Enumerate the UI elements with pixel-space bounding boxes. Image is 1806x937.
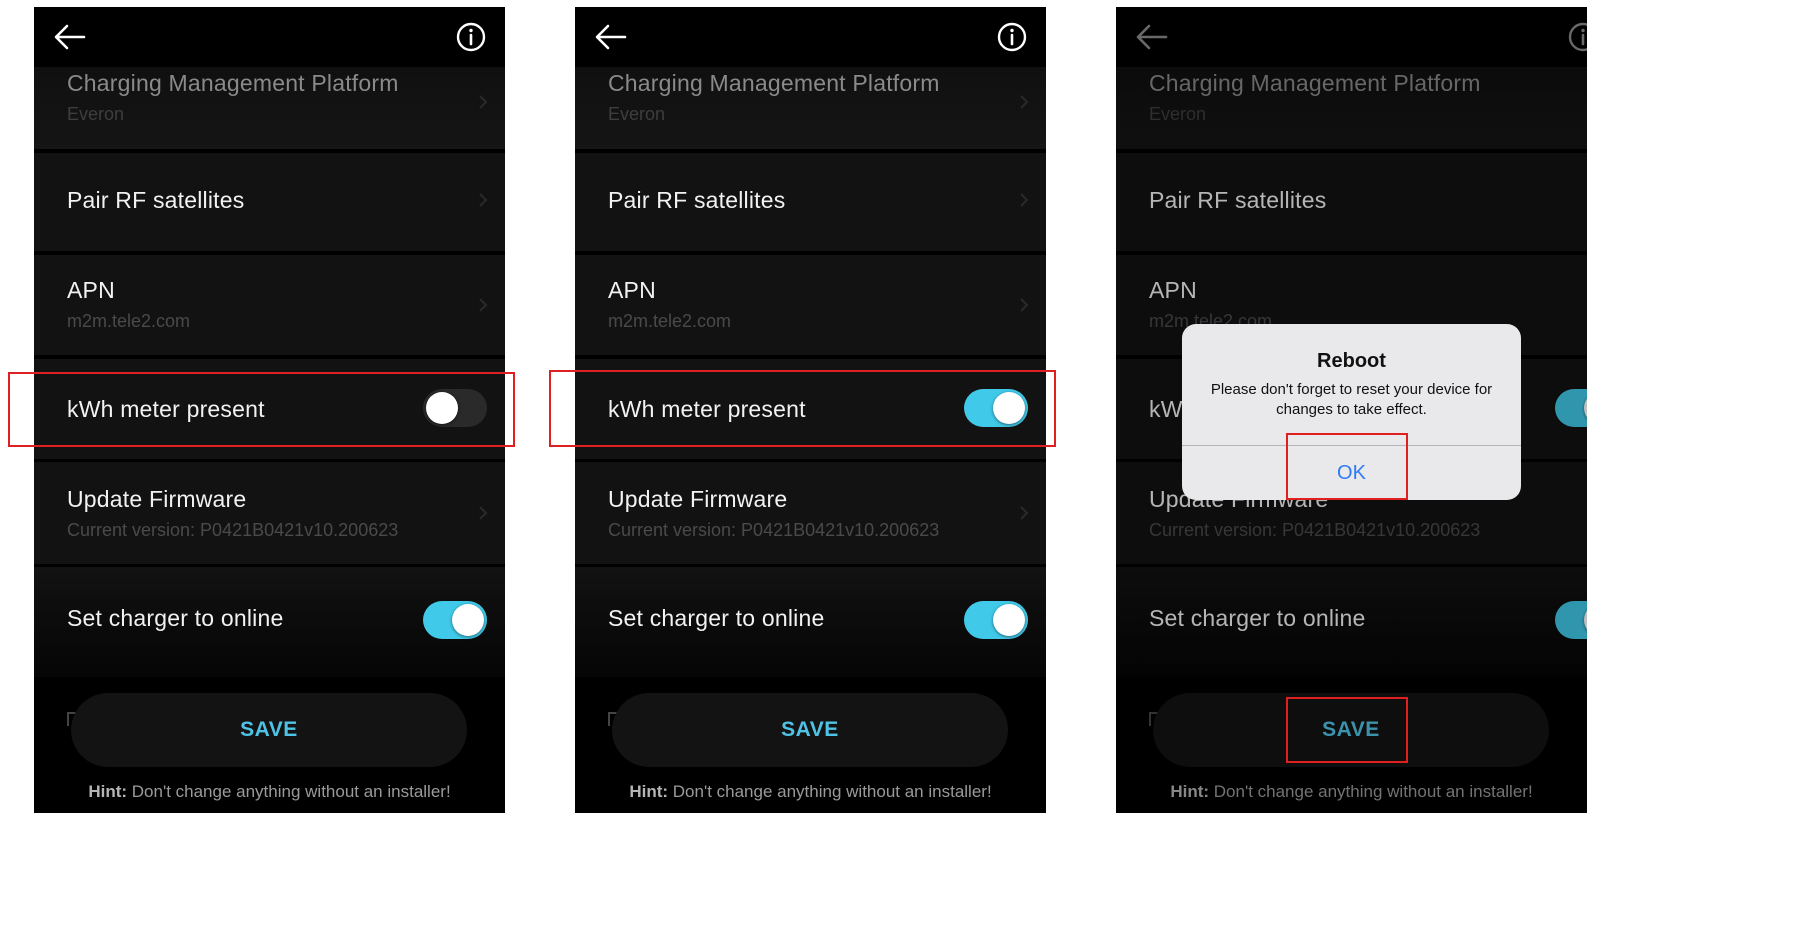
pair-rf-satellites-row[interactable]: Pair RF satellites: [575, 153, 1046, 251]
ok-button[interactable]: OK: [1182, 446, 1521, 500]
chevron-right-icon: [477, 191, 489, 209]
hint-text: Hint: Don't change anything without an i…: [34, 782, 505, 802]
chevron-right-icon: [1018, 93, 1030, 111]
cmp-value: Everon: [608, 104, 666, 124]
toggle-knob: [452, 604, 484, 636]
apn-title: APN: [608, 277, 656, 303]
top-bar: [34, 7, 505, 67]
phone-screen-3: Charging Management Platform Everon Pair…: [1116, 7, 1587, 813]
apn-row[interactable]: APN m2m.tele2.com: [575, 255, 1046, 355]
chevron-right-icon: [1018, 191, 1030, 209]
set-charger-online-row: Set charger to online: [575, 567, 1046, 677]
dialog-message: Please don't forget to reset your device…: [1210, 381, 1493, 418]
online-toggle[interactable]: [423, 601, 487, 639]
back-arrow-icon[interactable]: [52, 19, 88, 55]
kwh-meter-toggle[interactable]: [423, 389, 487, 427]
info-icon[interactable]: [994, 19, 1030, 55]
kwh-meter-row: kWh meter present: [575, 359, 1046, 459]
chevron-right-icon: [1018, 296, 1030, 314]
save-label: SAVE: [240, 718, 298, 741]
online-label: Set charger to online: [608, 605, 825, 631]
hint-bold: Hint:: [88, 782, 128, 801]
firmware-title: Update Firmware: [608, 486, 788, 512]
save-label: SAVE: [781, 718, 839, 741]
firmware-title: Update Firmware: [67, 486, 247, 512]
hint-message: Don't change anything without an install…: [127, 782, 451, 801]
hint-text: Hint: Don't change anything without an i…: [575, 782, 1046, 802]
back-arrow-icon[interactable]: [593, 19, 629, 55]
reboot-dialog: Reboot Please don't forget to reset your…: [1182, 324, 1521, 500]
apn-value: m2m.tele2.com: [67, 311, 191, 331]
apn-title: APN: [67, 277, 115, 303]
online-toggle[interactable]: [964, 601, 1028, 639]
charging-management-platform-row[interactable]: Charging Management Platform Everon: [575, 67, 1046, 149]
top-bar: [575, 7, 1046, 67]
toggle-knob: [993, 392, 1025, 424]
toggle-knob: [426, 392, 458, 424]
apn-row[interactable]: APN m2m.tele2.com: [34, 255, 505, 355]
pair-rf-label: Pair RF satellites: [608, 187, 786, 213]
save-button[interactable]: SAVE: [71, 693, 467, 767]
cmp-title: Charging Management Platform: [608, 70, 940, 96]
firmware-version: Current version: P0421B0421v10.200623: [608, 520, 940, 540]
set-charger-online-row: Set charger to online: [34, 567, 505, 677]
kwh-meter-label: kWh meter present: [608, 396, 806, 422]
update-firmware-row[interactable]: Update Firmware Current version: P0421B0…: [34, 462, 505, 564]
update-firmware-row[interactable]: Update Firmware Current version: P0421B0…: [575, 462, 1046, 564]
info-icon[interactable]: [453, 19, 489, 55]
phone-screen-2: Charging Management Platform Everon Pair…: [575, 7, 1046, 813]
chevron-right-icon: [1018, 504, 1030, 522]
chevron-right-icon: [477, 296, 489, 314]
dialog-title: Reboot: [1317, 350, 1386, 372]
pair-rf-label: Pair RF satellites: [67, 187, 245, 213]
chevron-right-icon: [477, 93, 489, 111]
phone-screen-1: Charging Management Platform Everon Pair…: [34, 7, 505, 813]
kwh-meter-label: kWh meter present: [67, 396, 265, 422]
pair-rf-satellites-row[interactable]: Pair RF satellites: [34, 153, 505, 251]
save-button[interactable]: SAVE: [612, 693, 1008, 767]
cmp-title: Charging Management Platform: [67, 70, 399, 96]
kwh-meter-toggle[interactable]: [964, 389, 1028, 427]
cmp-value: Everon: [67, 104, 125, 124]
firmware-version: Current version: P0421B0421v10.200623: [67, 520, 399, 540]
hint-message: Don't change anything without an install…: [668, 782, 992, 801]
hint-bold: Hint:: [629, 782, 669, 801]
chevron-right-icon: [477, 504, 489, 522]
toggle-knob: [993, 604, 1025, 636]
kwh-meter-row: kWh meter present: [34, 359, 505, 459]
apn-value: m2m.tele2.com: [608, 311, 732, 331]
online-label: Set charger to online: [67, 605, 284, 631]
charging-management-platform-row[interactable]: Charging Management Platform Everon: [34, 67, 505, 149]
